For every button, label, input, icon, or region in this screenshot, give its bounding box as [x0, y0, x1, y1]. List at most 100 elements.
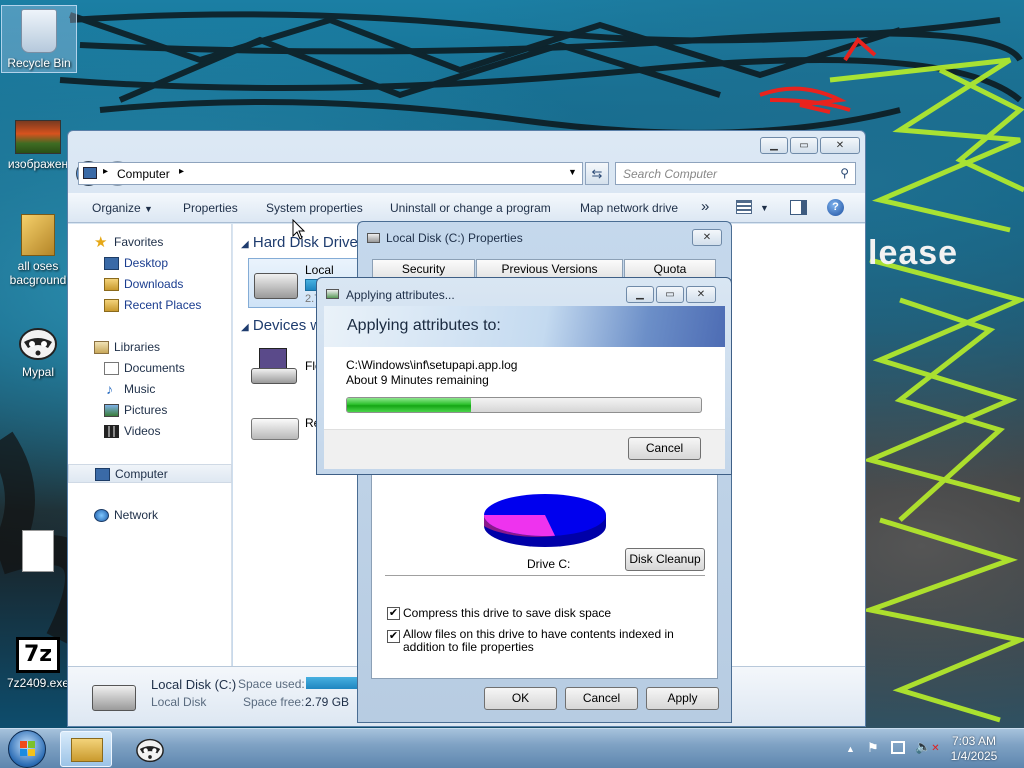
clock-date: 1/4/2025: [950, 749, 998, 763]
nav-favorites[interactable]: ★ Favorites: [68, 233, 232, 252]
map-network-drive-button[interactable]: Map network drive: [580, 201, 678, 215]
group-header-devices[interactable]: ◢ Devices wi: [241, 317, 325, 334]
view-options-chevron-icon[interactable]: ▼: [760, 203, 769, 213]
nav-computer[interactable]: Computer: [68, 464, 232, 483]
search-placeholder: Search Computer: [623, 167, 718, 181]
star-icon: ★: [94, 234, 108, 251]
nav-videos[interactable]: Videos: [68, 422, 232, 441]
drive-icon: [367, 233, 380, 243]
raccoon-icon: [19, 328, 57, 360]
dialog-title: Applying attributes...: [346, 288, 455, 302]
start-button[interactable]: [2, 729, 54, 768]
dialog-footer: Cancel: [324, 429, 725, 469]
breadcrumb-arrow-icon[interactable]: ▸: [179, 166, 184, 177]
taskbar-mypal-button[interactable]: [124, 731, 176, 767]
folder-icon[interactable]: all oses bacground: [0, 214, 76, 287]
progress-bar: [346, 397, 702, 413]
apply-button[interactable]: Apply: [646, 687, 719, 710]
explorer-folder-icon: [71, 738, 103, 762]
nav-recent-places[interactable]: Recent Places: [68, 296, 232, 315]
maximize-button[interactable]: ▭: [656, 286, 684, 303]
disk-cleanup-button[interactable]: Disk Cleanup: [625, 548, 705, 571]
navigation-pane: ★ Favorites Desktop Downloads Recent Pla…: [68, 224, 232, 666]
address-dropdown-icon[interactable]: ▼: [568, 167, 577, 177]
minimize-button[interactable]: ▁: [626, 286, 654, 303]
cancel-button[interactable]: Cancel: [628, 437, 701, 460]
blank-file-icon[interactable]: [0, 530, 76, 575]
tab-security[interactable]: Security: [372, 259, 475, 279]
system-properties-button[interactable]: System properties: [266, 201, 363, 215]
pictures-icon: [104, 404, 119, 417]
help-icon[interactable]: ?: [827, 199, 844, 216]
network-icon: [94, 509, 109, 522]
image-file-icon[interactable]: изображен: [0, 120, 76, 171]
index-label: Allow files on this drive to have conten…: [403, 627, 674, 654]
space-used-label: Space used:: [238, 677, 305, 691]
search-icon[interactable]: ⚲: [840, 166, 849, 180]
network-status-icon[interactable]: [891, 741, 905, 754]
applying-attributes-dialog: Applying attributes... ▁ ▭ ✕ Applying at…: [316, 277, 732, 475]
hard-drive-icon: [254, 273, 298, 299]
command-bar: Organize ▼ Properties System properties …: [68, 193, 865, 223]
nav-music[interactable]: ♪ Music: [68, 380, 232, 399]
dialog-title: Local Disk (C:) Properties: [386, 231, 523, 245]
computer-icon: [95, 468, 110, 481]
taskbar-explorer-button[interactable]: [60, 731, 112, 767]
nav-downloads[interactable]: Downloads: [68, 275, 232, 294]
minimize-button[interactable]: ▁: [760, 137, 788, 154]
hard-drive-icon: [92, 685, 136, 711]
tab-quota[interactable]: Quota: [624, 259, 716, 279]
refresh-button[interactable]: ⇆: [585, 162, 609, 185]
nav-libraries[interactable]: Libraries: [68, 338, 232, 357]
space-free-label: Space free:: [243, 695, 305, 709]
change-view-icon[interactable]: [736, 200, 752, 214]
more-commands-button[interactable]: »: [701, 198, 709, 215]
preview-pane-icon[interactable]: [790, 200, 807, 215]
raccoon-icon: [136, 738, 164, 763]
search-input[interactable]: Search Computer ⚲: [615, 162, 856, 185]
desktop-icon-label: 7z2409.exe: [6, 676, 70, 690]
close-button[interactable]: ✕: [820, 137, 860, 154]
volume-muted-icon[interactable]: 🔈✕: [915, 739, 940, 755]
space-free-value: 2.79 GB: [305, 695, 350, 709]
downloads-folder-icon: [104, 278, 119, 291]
nav-pictures[interactable]: Pictures: [68, 401, 232, 420]
nav-network[interactable]: Network: [68, 506, 232, 525]
music-icon: ♪: [106, 381, 113, 397]
properties-button[interactable]: Properties: [183, 201, 238, 215]
close-button[interactable]: ✕: [692, 229, 722, 246]
desktop-icon: [104, 257, 119, 270]
address-bar[interactable]: ▸ Computer ▸ ▼: [78, 162, 583, 185]
chevron-down-icon: ▼: [144, 204, 153, 214]
time-remaining: About 9 Minutes remaining: [346, 373, 489, 387]
floppy-drive-item[interactable]: [251, 348, 301, 386]
compress-checkbox[interactable]: ✔: [387, 607, 400, 620]
wallpaper-text: lease: [868, 234, 959, 272]
breadcrumb-arrow-icon[interactable]: ▸: [103, 166, 108, 177]
separator: [385, 575, 705, 576]
nav-desktop[interactable]: Desktop: [68, 254, 232, 273]
documents-icon: [104, 362, 119, 375]
mypal-icon[interactable]: Mypal: [0, 322, 76, 379]
show-hidden-icons-icon[interactable]: ▲: [846, 744, 855, 754]
close-button[interactable]: ✕: [686, 286, 716, 303]
breadcrumb-computer[interactable]: Computer: [117, 167, 170, 181]
removable-drive-icon[interactable]: [251, 418, 299, 440]
recent-places-icon: [104, 299, 119, 312]
tab-previous-versions[interactable]: Previous Versions: [476, 259, 623, 279]
maximize-button[interactable]: ▭: [790, 137, 818, 154]
action-center-flag-icon[interactable]: ⚑: [867, 740, 879, 756]
ok-button[interactable]: OK: [484, 687, 557, 710]
cancel-button[interactable]: Cancel: [565, 687, 638, 710]
uninstall-program-button[interactable]: Uninstall or change a program: [390, 201, 551, 215]
dialog-banner: Applying attributes to:: [324, 306, 725, 347]
current-file-path: C:\Windows\inf\setupapi.app.log: [346, 358, 518, 372]
organize-button[interactable]: Organize ▼: [92, 201, 153, 215]
nav-documents[interactable]: Documents: [68, 359, 232, 378]
7zip-installer-icon[interactable]: 7z 7z2409.exe: [0, 637, 76, 690]
index-checkbox[interactable]: ✔: [387, 630, 400, 643]
attributes-icon: [326, 289, 339, 299]
system-clock[interactable]: 7:03 AM 1/4/2025: [944, 734, 1004, 764]
recycle-bin-icon[interactable]: Recycle Bin: [1, 5, 77, 73]
desktop-icon-label: all oses bacground: [9, 259, 67, 287]
